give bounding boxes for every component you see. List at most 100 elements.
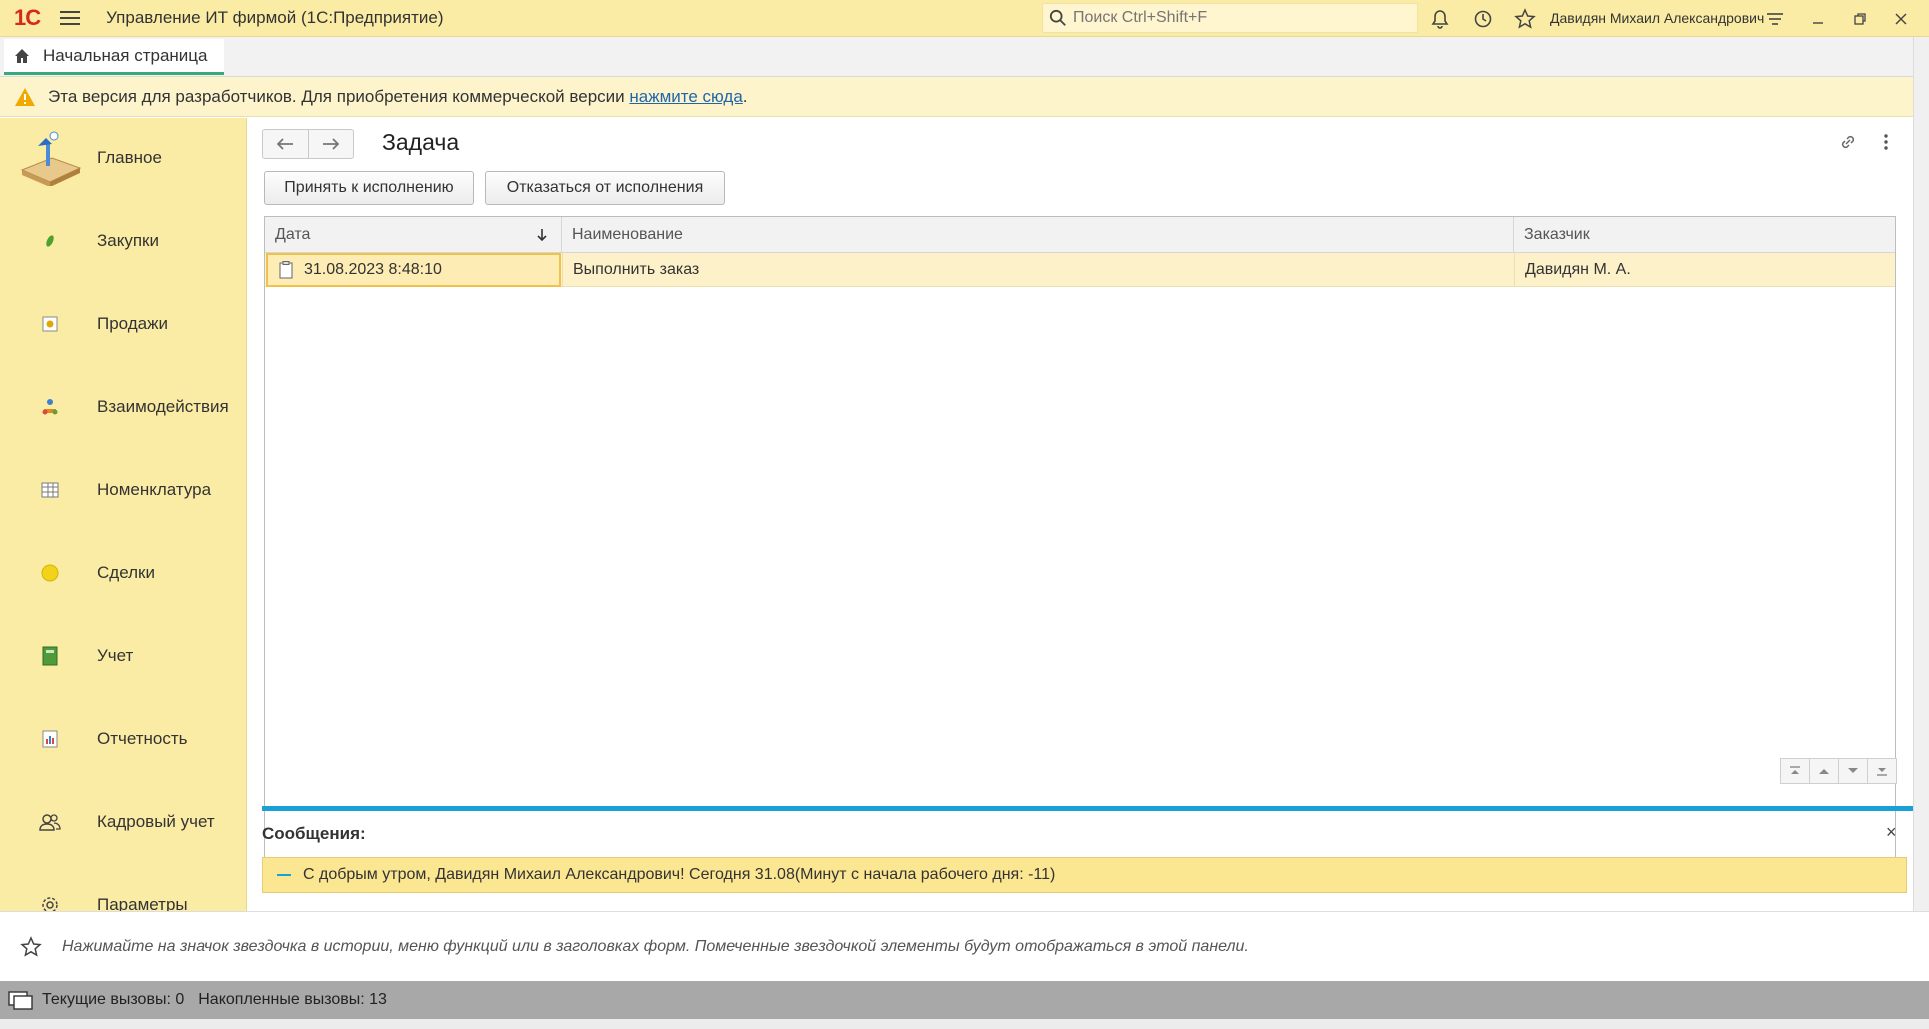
sidebar-item-label: Номенклатура [97,480,212,499]
sidebar-item-label: Закупки [97,231,159,250]
sidebar-item-purchases[interactable]: Закупки [0,211,246,271]
scroll-last-button[interactable] [1867,758,1897,784]
sales-doc-icon [32,306,68,342]
sidebar-item-nomenclature[interactable]: Номенклатура [0,460,246,520]
users-icon [32,804,68,840]
sort-down-icon [537,229,547,242]
sidebar-item-accounting[interactable]: Учет [0,626,246,686]
sidebar-item-sales[interactable]: Продажи [0,294,246,354]
scroll-first-button[interactable] [1780,758,1810,784]
scroll-up-button[interactable] [1809,758,1839,784]
history-icon[interactable] [1471,7,1495,31]
search-box[interactable] [1042,3,1418,33]
column-header-name[interactable]: Наименование [562,217,1514,253]
sidebar-item-hr[interactable]: Кадровый учет [0,792,246,852]
scroll-down-button[interactable] [1838,758,1868,784]
sidebar-item-reporting[interactable]: Отчетность [0,709,246,769]
arrow-left-icon [276,138,294,150]
sidebar-item-label: Отчетность [97,729,188,748]
arrow-right-icon [322,138,340,150]
notice-message: Эта версия для разработчиков. Для приобр… [48,86,630,106]
first-icon [1790,766,1800,774]
sidebar-item-deals[interactable]: Сделки [0,543,246,603]
warning-icon [15,87,35,106]
app-title: Управление ИТ фирмой (1С:Предприятие) [106,8,444,27]
search-icon [1049,9,1066,26]
sidebar-item-label: Взаимодействия [97,397,229,416]
up-icon [1819,769,1829,774]
column-header-label: Заказчик [1524,226,1590,243]
title-bar: 1С Управление ИТ фирмой (1С:Предприятие)… [0,0,1929,37]
column-header-label: Дата [275,226,311,243]
history-nav [262,129,354,159]
gear-icon [32,887,68,911]
close-messages-icon[interactable]: × [1886,822,1897,843]
message-item[interactable]: С добрым утром, Давидян Михаил Александр… [262,857,1907,893]
close-icon[interactable] [1889,7,1913,31]
favorites-panel: Нажимайте на значок звездочка в истории,… [0,911,1929,981]
form-title: Задача [382,129,460,155]
decline-button[interactable]: Отказаться от исполнения [485,171,725,205]
column-header-label: Наименование [572,226,683,243]
bottom-strip [0,1019,1929,1029]
circle-icon [32,555,68,591]
sidebar-item-label: Учет [97,646,134,665]
messages-title: Сообщения: [262,824,366,843]
sidebar-item-label: Главное [97,148,162,167]
tab-strip: Начальная страница [0,37,1929,77]
down-icon [1848,768,1858,773]
link-icon[interactable] [1836,130,1860,154]
notice-text: Эта версия для разработчиков. Для приобр… [48,87,748,107]
table-icon [32,472,68,508]
notice-suffix: . [742,86,748,106]
favorites-star-icon[interactable] [20,935,42,958]
cell-name[interactable]: Выполнить заказ [562,253,1514,287]
current-calls: Текущие вызовы: 0 [42,991,185,1008]
monitor-icon[interactable] [8,989,34,1011]
cell-customer[interactable]: Давидян М. А. [1514,253,1897,287]
ledger-icon [32,638,68,674]
column-header-customer[interactable]: Заказчик [1514,217,1897,253]
column-header-date[interactable]: Дата [265,217,562,253]
table-header: Дата Наименование Заказчик [265,217,1895,253]
task-doc-icon [279,261,293,279]
back-button[interactable] [263,130,309,158]
app-logo[interactable]: 1С [14,5,41,31]
forward-button[interactable] [309,130,354,158]
main-menu-icon[interactable] [60,11,81,25]
form-area: Задача Принять к исполнению Отказаться о… [248,118,1913,911]
message-marker [277,874,291,876]
status-bar: Текущие вызовы: 0 Накопленные вызовы: 13 [0,981,1929,1019]
tasks-table: Дата Наименование Заказчик 31.08.2023 8:… [264,216,1896,876]
sidebar-item-label: Продажи [97,314,168,333]
report-icon [32,721,68,757]
user-name[interactable]: Давидян Михаил Александрович [1550,10,1764,26]
purchase-link[interactable]: нажмите сюда [629,87,742,106]
last-icon [1877,768,1887,776]
sidebar: Главное Закупки Продажи Взаимодействия Н… [0,118,247,911]
leaf-icon [32,223,68,259]
star-icon[interactable] [1513,7,1537,31]
right-edge [1913,37,1929,1019]
minimize-icon[interactable] [1806,7,1830,31]
messages-divider [262,806,1913,811]
more-actions-icon[interactable] [1874,130,1898,154]
tab-home-label: Начальная страница [43,45,208,65]
desk-lamp-icon [18,130,82,186]
sidebar-item-label: Кадровый учет [97,812,215,831]
restore-icon[interactable] [1848,7,1872,31]
settings-menu-icon[interactable] [1763,7,1787,31]
message-text: С добрым утром, Давидян Михаил Александр… [303,866,1056,883]
sidebar-item-parameters[interactable]: Параметры [0,875,246,911]
home-icon [15,48,29,63]
tab-home[interactable]: Начальная страница [4,39,224,75]
cell-date[interactable]: 31.08.2023 8:48:10 [266,253,561,287]
developer-notice: Эта версия для разработчиков. Для приобр… [0,77,1929,117]
table-row[interactable]: 31.08.2023 8:48:10 Выполнить заказ Давид… [265,253,1895,287]
search-input[interactable] [1071,8,1391,28]
bell-icon[interactable] [1428,7,1452,31]
sidebar-item-label: Параметры [97,895,188,911]
sidebar-item-interactions[interactable]: Взаимодействия [0,377,246,437]
sidebar-item-main[interactable]: Главное [0,128,246,188]
accept-button[interactable]: Принять к исполнению [264,171,474,205]
